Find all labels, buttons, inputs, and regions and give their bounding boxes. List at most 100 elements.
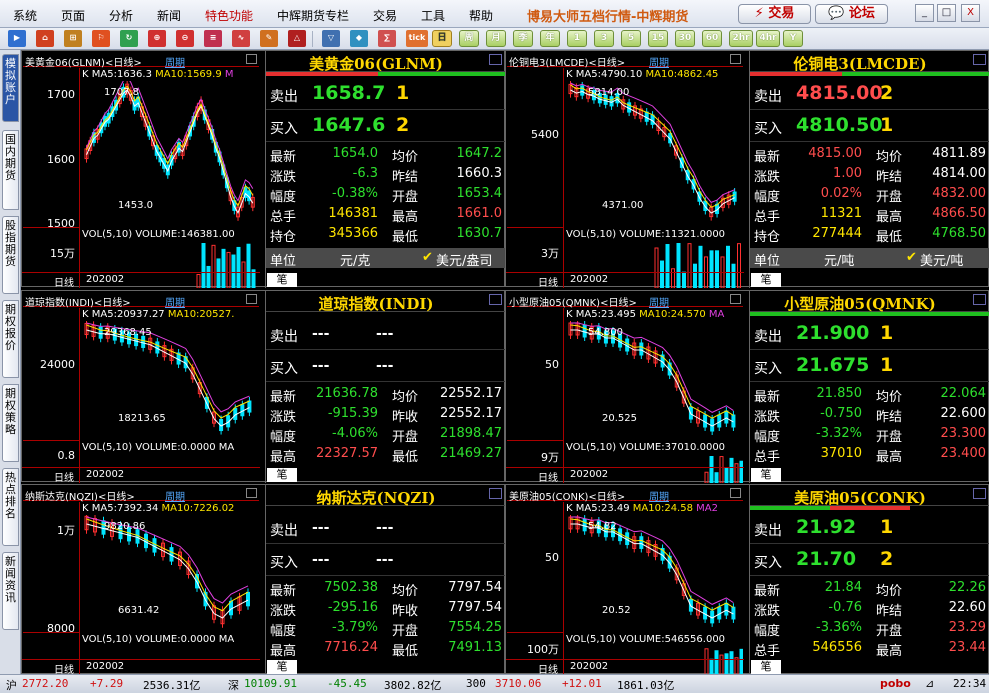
tick-tab[interactable]: 笔 <box>751 660 781 674</box>
chart-maximize-icon[interactable] <box>246 294 257 304</box>
unit-alt-value[interactable]: 美元/盎司 <box>436 250 492 269</box>
ask-row: 卖出 4815.00 2 <box>750 78 989 110</box>
tick-icon[interactable]: tick <box>406 30 428 47</box>
grid-icon[interactable]: ⊞ <box>64 30 82 47</box>
forum-button[interactable]: 💬 论坛 <box>815 4 888 24</box>
period-link[interactable]: 周期 <box>165 294 185 309</box>
chart-area[interactable]: 纳斯达克(NQZI)<日线> 周期 K MA5:7392.34 MA10:722… <box>22 485 260 676</box>
panel-maximize-icon[interactable] <box>973 54 986 65</box>
unit-alt-value[interactable]: 美元/吨 <box>920 250 963 269</box>
menu-zhonghui-column[interactable]: 中辉期货专栏 <box>277 7 349 24</box>
field-label: 均价 <box>392 584 419 599</box>
tick-tab[interactable]: 笔 <box>751 273 781 287</box>
period-year[interactable]: 年 <box>540 30 560 47</box>
tick-tab[interactable]: 笔 <box>267 273 297 287</box>
bid-ask-ratio-bar <box>750 312 989 316</box>
close-button[interactable]: X <box>961 4 980 22</box>
tab-options-strategy[interactable]: 期权策略 <box>2 384 19 462</box>
tab-hot-ranking[interactable]: 热点排名 <box>2 468 19 546</box>
tick-tab[interactable]: 笔 <box>751 468 781 482</box>
zoom-in-icon[interactable]: ⊕ <box>148 30 166 47</box>
tab-index-futures[interactable]: 股指期货 <box>2 216 19 294</box>
tab-news[interactable]: 新闻资讯 <box>2 552 19 630</box>
forum-button-label: 论坛 <box>848 6 875 21</box>
chart-line-icon[interactable]: ◆ <box>350 30 368 47</box>
filter-icon[interactable]: △ <box>288 30 306 47</box>
volume-text: VOL(5,10) VOLUME:146381.00 <box>82 229 235 240</box>
chart-maximize-icon[interactable] <box>730 294 741 304</box>
period-month[interactable]: 月 <box>486 30 506 47</box>
chart-area[interactable]: 美黄金06(GLNM)<日线> 周期 K MA5:1636.3 MA10:156… <box>22 51 260 289</box>
menu-tools[interactable]: 工具 <box>421 7 445 24</box>
maximize-button[interactable]: □ <box>937 4 956 22</box>
period-y[interactable]: Y <box>783 30 803 47</box>
chart-maximize-icon[interactable] <box>730 54 741 64</box>
menu-help[interactable]: 帮助 <box>469 7 493 24</box>
period-15min[interactable]: 15 <box>648 30 668 47</box>
field-label: 最高 <box>392 210 419 225</box>
edit-icon[interactable]: ∑ <box>378 30 396 47</box>
period-link[interactable]: 周期 <box>649 294 669 309</box>
tick-tab[interactable]: 笔 <box>267 660 297 674</box>
period-week[interactable]: 周 <box>459 30 479 47</box>
chart-date: 202002 <box>570 469 609 480</box>
home-icon[interactable]: ⌂ <box>36 30 54 47</box>
ma10-value: MA10:24.58 <box>632 503 693 514</box>
menu-analysis[interactable]: 分析 <box>109 7 133 24</box>
chart-maximize-icon[interactable] <box>246 488 257 498</box>
chart-area[interactable]: 小型原油05(QMNK)<日线> 周期 K MA5:23.495 MA10:24… <box>506 291 744 484</box>
ask-price: --- <box>312 520 330 536</box>
period-link[interactable]: 周期 <box>649 488 669 503</box>
panel-maximize-icon[interactable] <box>489 488 502 499</box>
panel-maximize-icon[interactable] <box>489 54 502 65</box>
field-label: 最新 <box>754 584 781 599</box>
panel-maximize-icon[interactable] <box>973 488 986 499</box>
chart-maximize-icon[interactable] <box>246 54 257 64</box>
chart-area[interactable]: 道琼指数(INDI)<日线> 周期 K MA5:20937.27 MA10:20… <box>22 291 260 484</box>
period-quarter[interactable]: 季 <box>513 30 533 47</box>
panel-maximize-icon[interactable] <box>489 294 502 305</box>
menu-page[interactable]: 页面 <box>61 7 85 24</box>
field-value: 1653.4 <box>456 186 503 201</box>
menu-special[interactable]: 特色功能 <box>205 7 253 24</box>
period-day[interactable]: 日 <box>432 30 452 47</box>
field-value: 0.02% <box>820 186 862 201</box>
draw-icon[interactable]: ∿ <box>232 30 250 47</box>
period-link[interactable]: 周期 <box>649 54 669 69</box>
back-icon[interactable]: ▶ <box>8 30 26 47</box>
refresh-icon[interactable]: ↻ <box>120 30 138 47</box>
menu-news[interactable]: 新闻 <box>157 7 181 24</box>
menu-trade[interactable]: 交易 <box>373 7 397 24</box>
period-link[interactable]: 周期 <box>165 488 185 503</box>
field-label: 开盘 <box>876 430 903 445</box>
period-5min[interactable]: 5 <box>621 30 641 47</box>
tab-options-quote[interactable]: 期权报价 <box>2 300 19 378</box>
period-1min[interactable]: 1 <box>567 30 587 47</box>
chart-area[interactable]: 美原油05(CONK)<日线> 周期 K MA5:23.49 MA10:24.5… <box>506 485 744 676</box>
trade-button[interactable]: ⚡ 交易 <box>738 4 811 24</box>
chart-maximize-icon[interactable] <box>730 488 741 498</box>
period-link[interactable]: 周期 <box>165 54 185 69</box>
flag-icon[interactable]: ⚐ <box>92 30 110 47</box>
chart-area[interactable]: 伦铜电3(LMCDE)<日线> 周期 K MA5:4790.10 MA10:48… <box>506 51 744 289</box>
tab-sim-account[interactable]: 模拟账户 <box>2 54 19 122</box>
period-60min[interactable]: 60 <box>702 30 722 47</box>
list-icon[interactable]: ≡ <box>204 30 222 47</box>
zoom-out-icon[interactable]: ⊖ <box>176 30 194 47</box>
field-value: 22552.17 <box>439 386 502 401</box>
pen-icon[interactable]: ✎ <box>260 30 278 47</box>
field-label: 昨结 <box>392 170 419 185</box>
unit-label: 单位 <box>754 254 781 269</box>
panel-maximize-icon[interactable] <box>973 294 986 305</box>
period-4hr[interactable]: 4hr <box>756 30 780 47</box>
menu-system[interactable]: 系统 <box>13 7 37 24</box>
period-30min[interactable]: 30 <box>675 30 695 47</box>
minimize-button[interactable]: _ <box>915 4 934 22</box>
chart-date: 202002 <box>86 274 125 285</box>
ask-volume: 1 <box>396 82 410 104</box>
tick-tab[interactable]: 笔 <box>267 468 297 482</box>
table-icon[interactable]: ▽ <box>322 30 340 47</box>
period-3min[interactable]: 3 <box>594 30 614 47</box>
tab-domestic-futures[interactable]: 国内期货 <box>2 130 19 210</box>
period-2hr[interactable]: 2hr <box>729 30 753 47</box>
